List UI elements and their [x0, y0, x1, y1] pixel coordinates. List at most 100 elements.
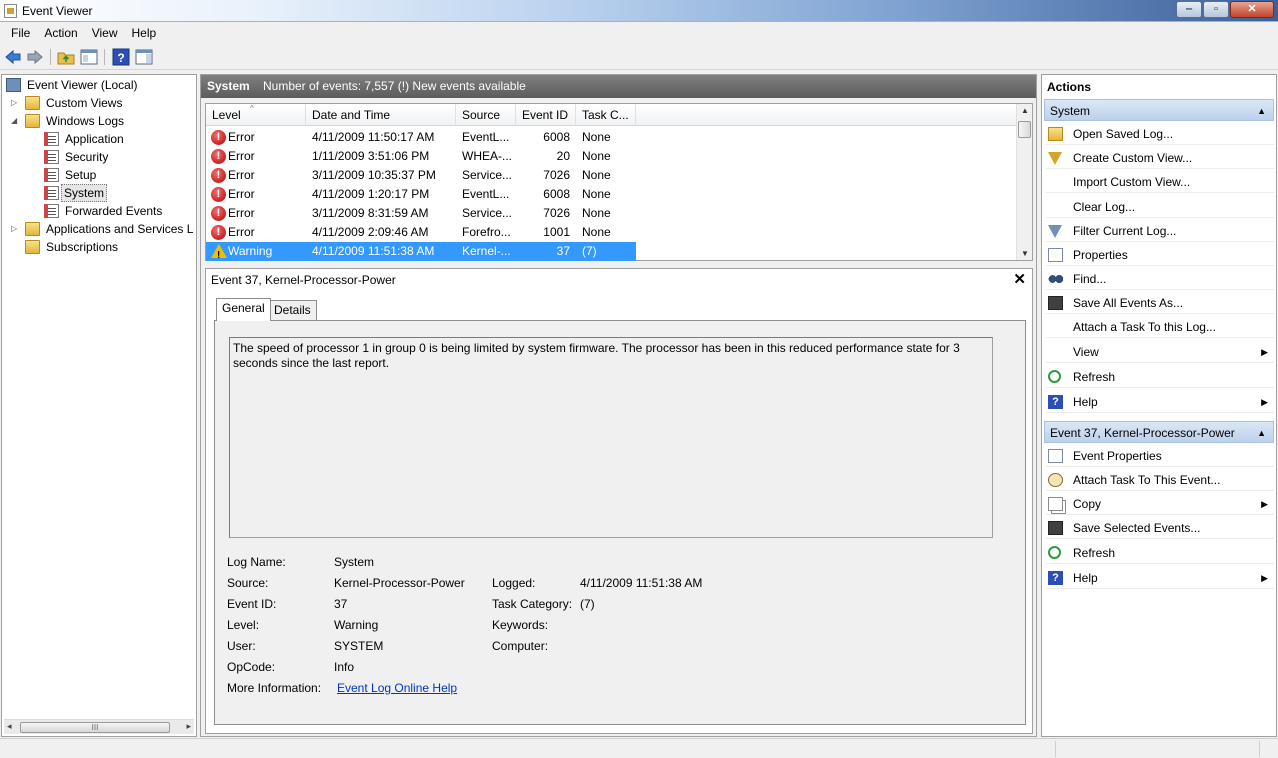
collapse-icon[interactable]: ▲ [1257, 100, 1266, 122]
table-row[interactable]: ! Error 4/11/2009 11:50:17 AM EventL... … [206, 128, 636, 147]
actions-section-system[interactable]: System ▲ [1044, 99, 1274, 121]
window-title: Event Viewer [22, 4, 93, 18]
menu-file[interactable]: File [4, 22, 37, 44]
table-row[interactable]: ! Error 3/11/2009 10:35:37 PM Service...… [206, 166, 636, 185]
action-help-event[interactable]: ? Help ▶ [1046, 567, 1274, 589]
folder-icon [25, 222, 40, 236]
tree-item-applications-and-services[interactable]: ▷ Applications and Services Lo [6, 220, 194, 238]
folder-icon [25, 96, 40, 110]
expand-icon[interactable]: ▷ [11, 220, 20, 238]
action-event-properties[interactable]: Event Properties [1046, 445, 1274, 467]
close-icon[interactable]: ✕ [1013, 270, 1026, 288]
log-icon [44, 186, 59, 200]
collapse-icon[interactable]: ◢ [11, 112, 20, 130]
properties-pane-icon[interactable] [80, 48, 98, 66]
action-find[interactable]: Find... [1046, 268, 1274, 290]
folder-icon [25, 240, 40, 254]
status-bar-divider [1055, 741, 1056, 757]
scroll-right-icon[interactable]: ▸ [186, 721, 191, 732]
copy-icon [1048, 497, 1063, 511]
show-hide-pane-icon[interactable] [135, 48, 153, 66]
action-open-saved-log[interactable]: Open Saved Log... [1046, 123, 1274, 145]
refresh-icon [1048, 370, 1061, 383]
action-save-selected-events[interactable]: Save Selected Events... [1046, 517, 1274, 539]
column-header-level[interactable]: ^ Level [206, 104, 306, 126]
tab-general[interactable]: General [216, 298, 271, 321]
action-create-custom-view[interactable]: Create Custom View... [1046, 147, 1274, 169]
window-controls: ‒ ▫ ✕ [1175, 1, 1274, 18]
action-attach-task-to-event[interactable]: Attach Task To This Event... [1046, 469, 1274, 491]
scrollbar-thumb[interactable] [1018, 121, 1031, 138]
minimize-button[interactable]: ‒ [1176, 1, 1202, 18]
action-refresh[interactable]: Refresh [1046, 366, 1274, 388]
event-log-online-help-link[interactable]: Event Log Online Help [337, 681, 457, 695]
folder-up-icon[interactable] [57, 48, 75, 66]
close-button[interactable]: ✕ [1230, 1, 1274, 18]
menu-view[interactable]: View [85, 22, 125, 44]
toolbar: ? [0, 44, 1278, 70]
column-header-date-and-time[interactable]: Date and Time [306, 104, 456, 126]
menu-help[interactable]: Help [125, 22, 164, 44]
action-properties[interactable]: Properties [1046, 244, 1274, 266]
scroll-up-icon[interactable]: ▲ [1021, 106, 1029, 115]
toolbar-separator [104, 49, 105, 65]
column-header-task-category[interactable]: Task C... [576, 104, 636, 126]
table-row[interactable]: ! Error 4/11/2009 2:09:46 AM Forefro... … [206, 223, 636, 242]
event-count: Number of events: 7,557 (!) New events a… [263, 79, 526, 93]
expand-icon[interactable]: ▷ [11, 94, 20, 112]
tree-horizontal-scrollbar[interactable]: ◂ III ▸ [4, 719, 194, 734]
help-icon[interactable]: ? [112, 48, 130, 66]
column-header-event-id[interactable]: Event ID [516, 104, 576, 126]
collapse-icon[interactable]: ▲ [1257, 422, 1266, 444]
events-grid: ^ Level Date and Time Source Event ID Ta… [205, 103, 1033, 265]
event-description[interactable]: The speed of processor 1 in group 0 is b… [229, 337, 993, 538]
submenu-arrow-icon: ▶ [1261, 397, 1268, 407]
back-arrow-icon[interactable] [4, 48, 22, 66]
error-icon: ! [211, 187, 226, 202]
actions-section-event[interactable]: Event 37, Kernel-Processor-Power ▲ [1044, 421, 1274, 443]
action-copy[interactable]: Copy ▶ [1046, 493, 1274, 515]
action-import-custom-view[interactable]: Import Custom View... [1046, 171, 1274, 193]
action-clear-log[interactable]: Clear Log... [1046, 196, 1274, 218]
action-filter-current-log[interactable]: Filter Current Log... [1046, 220, 1274, 242]
logged-value: 4/11/2009 11:51:38 AM [580, 576, 703, 590]
log-name-title: System [207, 79, 250, 93]
action-refresh-event[interactable]: Refresh [1046, 542, 1274, 564]
refresh-icon [1048, 546, 1061, 559]
filter-icon [1048, 152, 1062, 165]
log-header: System Number of events: 7,557 (!) New e… [201, 75, 1036, 98]
menu-action[interactable]: Action [37, 22, 84, 44]
open-folder-icon [1048, 127, 1063, 141]
maximize-button[interactable]: ▫ [1203, 1, 1229, 18]
table-row[interactable]: ! Error 4/11/2009 1:20:17 PM EventL... 6… [206, 185, 636, 204]
computer-label: Computer: [492, 639, 549, 653]
table-row[interactable]: ! Error 1/11/2009 3:51:06 PM WHEA-... 20… [206, 147, 636, 166]
general-tab-panel: The speed of processor 1 in group 0 is b… [214, 320, 1026, 725]
scroll-left-icon[interactable]: ◂ [7, 721, 12, 732]
column-header-source[interactable]: Source [456, 104, 516, 126]
error-icon: ! [211, 130, 226, 145]
error-icon: ! [211, 168, 226, 183]
menu-bar: File Action View Help [0, 22, 1278, 44]
action-help[interactable]: ? Help ▶ [1046, 391, 1274, 413]
table-row[interactable]: ! Error 3/11/2009 8:31:59 AM Service... … [206, 204, 636, 223]
scrollbar-thumb[interactable]: III [20, 722, 170, 733]
grid-vertical-scrollbar[interactable]: ▲ ▼ [1016, 104, 1032, 260]
save-icon [1048, 296, 1063, 310]
table-row-selected[interactable]: Warning 4/11/2009 11:51:38 AM Kernel-...… [206, 242, 636, 265]
folder-icon [25, 114, 40, 128]
action-save-all-events-as[interactable]: Save All Events As... [1046, 292, 1274, 314]
event-viewer-app-icon [4, 4, 17, 18]
action-view[interactable]: View ▶ [1046, 341, 1274, 363]
error-icon: ! [211, 149, 226, 164]
more-information-label: More Information: [227, 681, 322, 695]
action-attach-task-to-log[interactable]: Attach a Task To this Log... [1046, 316, 1274, 338]
properties-icon [1048, 449, 1063, 463]
forward-arrow-icon[interactable] [26, 48, 44, 66]
actions-title: Actions [1047, 80, 1092, 94]
computer-icon [6, 78, 21, 92]
properties-icon [1048, 248, 1063, 262]
submenu-arrow-icon: ▶ [1261, 573, 1268, 583]
scroll-down-icon[interactable]: ▼ [1021, 249, 1029, 258]
tab-details[interactable]: Details [268, 300, 317, 321]
